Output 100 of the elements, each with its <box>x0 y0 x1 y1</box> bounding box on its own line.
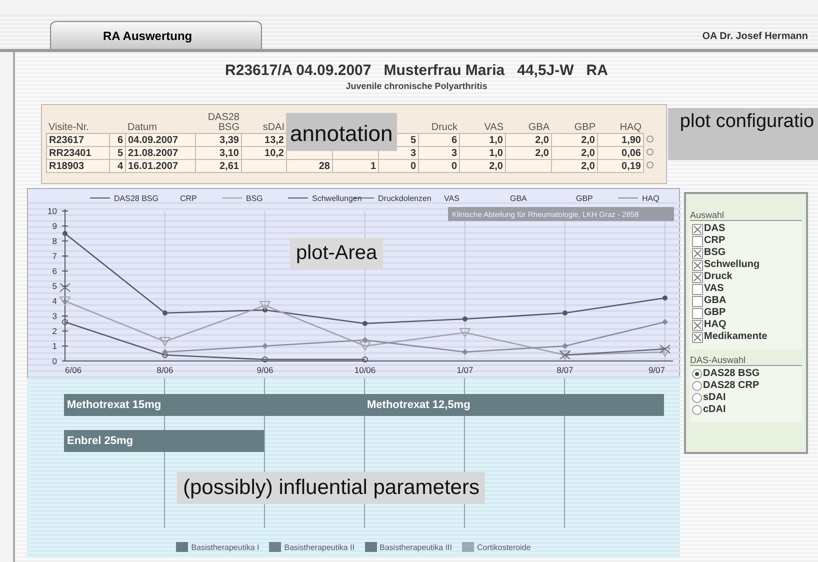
table-cell: 2,0 <box>581 148 595 158</box>
option-label: DAS28 CRP <box>703 380 760 392</box>
annotation-label: plot-Area <box>290 238 384 269</box>
y-tick-label: 10 <box>48 206 58 216</box>
checkbox[interactable] <box>692 272 703 282</box>
annotation-label: annotation <box>286 113 397 151</box>
option-label: Druck <box>704 271 732 283</box>
x-tick-label: 9/07 <box>648 365 666 375</box>
option-label: Medikamente <box>704 331 768 343</box>
table-cell: 3,39 <box>220 134 239 146</box>
annotation-label: plot configuratio <box>668 108 818 160</box>
point <box>462 316 468 322</box>
table-cell: 2,61 <box>220 160 239 172</box>
option-label: DAS <box>704 223 726 235</box>
point <box>562 310 568 316</box>
annotation-label: (possibly) influential parameters <box>177 472 486 504</box>
table-cell: 5 <box>117 148 123 158</box>
tab[interactable]: RA Auswertung <box>50 21 262 49</box>
point <box>362 337 368 343</box>
legend-label: Druckdolenzen <box>378 194 432 203</box>
row-marker-icon <box>646 134 654 142</box>
table-cell: 13,2 <box>264 134 284 146</box>
radio-button[interactable] <box>692 381 702 391</box>
x-tick-label: 10/06 <box>354 365 376 375</box>
table-cell: 5 <box>410 134 416 146</box>
text: GBP <box>576 194 593 203</box>
table-cell: 0 <box>451 160 457 172</box>
row-marker-icon <box>646 148 654 156</box>
option-label: CRP <box>704 235 726 247</box>
diagnosis: Juvenile chronische Polyarthritis <box>344 81 488 91</box>
y-tick-label: 4 <box>52 296 58 306</box>
option-label: HAQ <box>704 319 726 331</box>
y-tick-label: 2 <box>52 326 58 336</box>
table-cell: RR23401 <box>49 148 92 158</box>
text: CRP <box>180 194 197 203</box>
column-header: DAS28 BSG <box>208 112 240 133</box>
point <box>360 342 370 350</box>
legend-label: Basistherapeutika III <box>380 542 452 552</box>
point <box>160 337 170 346</box>
point <box>462 349 468 355</box>
table-cell: 0,06 <box>622 148 641 158</box>
point <box>162 352 168 358</box>
option-label: cDAI <box>703 404 726 416</box>
table-cell: 16.01.2007 <box>128 160 178 172</box>
point <box>60 296 70 306</box>
table-cell: 1 <box>370 160 376 172</box>
point <box>362 321 368 326</box>
checkbox[interactable] <box>692 236 703 246</box>
point <box>460 328 470 337</box>
table-cell: 2,0 <box>535 148 549 158</box>
user-name: OA Dr. Josef Hermann <box>702 30 808 42</box>
checkbox[interactable] <box>692 224 703 234</box>
table-cell: 04.09.2007 <box>128 134 178 146</box>
table-cell: 2,0 <box>535 134 549 146</box>
point <box>60 283 70 292</box>
y-tick-label: 6 <box>52 266 58 276</box>
table-cell: 6 <box>451 134 457 146</box>
radio-button[interactable] <box>692 369 702 379</box>
y-tick-label: 0 <box>52 356 58 366</box>
point <box>262 343 268 349</box>
point <box>62 231 68 236</box>
table-cell: 0,19 <box>622 160 641 172</box>
table-cell: 0 <box>410 160 416 172</box>
y-tick-label: 1 <box>52 341 58 351</box>
legend-label: Cortikosteroide <box>476 542 531 552</box>
column-header: Visite-Nr. <box>48 122 89 133</box>
radio-button[interactable] <box>692 405 702 415</box>
point <box>562 343 568 349</box>
text: VAS <box>444 194 460 203</box>
column-header: Druck <box>431 122 458 133</box>
radio-button[interactable] <box>692 393 702 403</box>
row-marker-icon <box>646 160 654 168</box>
checkbox[interactable] <box>692 260 703 270</box>
checkbox[interactable] <box>692 284 703 294</box>
table-cell: 1,0 <box>489 148 503 158</box>
medication-bar: Methotrexat 15mg <box>64 394 364 416</box>
y-tick-label: 9 <box>52 221 58 231</box>
checkbox[interactable] <box>692 308 703 318</box>
option-label: VAS <box>704 283 724 295</box>
checkbox[interactable] <box>692 248 703 258</box>
table-cell: R23617 <box>49 134 84 146</box>
option-label: BSG <box>704 247 726 259</box>
checkbox[interactable] <box>692 320 703 330</box>
legend-label: HAQ <box>642 194 660 203</box>
checkbox[interactable] <box>692 332 703 342</box>
table-cell: 3 <box>410 148 416 158</box>
option-label: DAS28 BSG <box>703 368 760 380</box>
column-header: GBA <box>528 122 550 133</box>
table-cell: 2,0 <box>489 160 503 172</box>
checkbox[interactable] <box>692 296 703 306</box>
table-cell: 21.08.2007 <box>128 148 178 158</box>
x-tick-label: 9/06 <box>256 365 274 375</box>
table-cell: 10,2 <box>264 148 284 158</box>
point <box>62 319 68 325</box>
column-header: VAS <box>484 122 504 133</box>
x-tick-label: 6/06 <box>65 365 82 375</box>
column-header: GBP <box>574 122 596 133</box>
table-cell: 2,0 <box>581 134 595 146</box>
table-cell: 3,10 <box>220 148 239 158</box>
point <box>662 319 668 325</box>
